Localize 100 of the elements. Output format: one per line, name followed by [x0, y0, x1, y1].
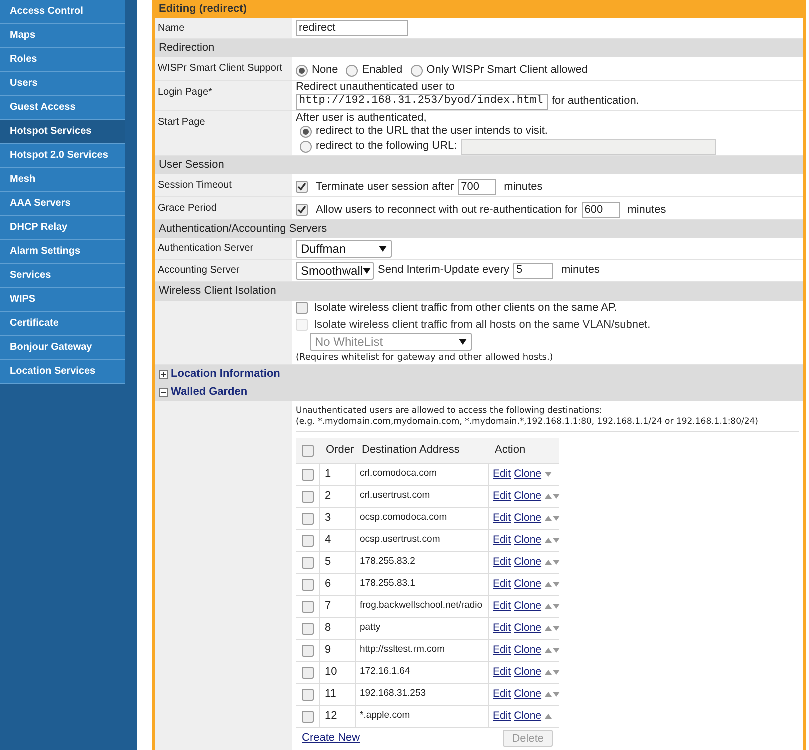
- sidebar-item[interactable]: Certificate: [0, 312, 125, 336]
- move-down-icon[interactable]: [552, 670, 560, 675]
- move-down-icon[interactable]: [552, 648, 560, 653]
- move-down-icon[interactable]: [552, 604, 560, 609]
- edit-link[interactable]: Edit: [493, 554, 512, 570]
- create-new-link[interactable]: Create New: [302, 730, 360, 747]
- move-down-icon[interactable]: [552, 516, 560, 521]
- move-up-icon[interactable]: [544, 648, 552, 653]
- panel-title: Editing (redirect): [155, 0, 803, 18]
- sidebar-item[interactable]: Hotspot Services: [0, 120, 125, 144]
- name-field[interactable]: redirect: [296, 20, 408, 36]
- sidebar-item[interactable]: Mesh: [0, 168, 125, 192]
- checkbox[interactable]: [302, 600, 314, 612]
- checkbox[interactable]: [302, 534, 314, 546]
- move-down-icon[interactable]: [552, 494, 560, 499]
- sidebar-item[interactable]: Guest Access: [0, 96, 125, 120]
- checkbox[interactable]: [296, 204, 308, 216]
- clone-link[interactable]: Clone: [514, 642, 542, 658]
- checkbox[interactable]: [296, 302, 308, 314]
- clone-link[interactable]: Clone: [514, 664, 542, 680]
- accounting-server-select[interactable]: Smoothwall: [296, 262, 374, 280]
- clone-link[interactable]: Clone: [514, 532, 542, 548]
- edit-link[interactable]: Edit: [493, 466, 512, 482]
- move-up-icon[interactable]: [544, 670, 552, 675]
- checkbox[interactable]: [302, 622, 314, 634]
- radio-button[interactable]: [296, 64, 308, 76]
- sidebar-item[interactable]: Hotspot 2.0 Services: [0, 144, 125, 168]
- move-up-icon[interactable]: [544, 560, 552, 565]
- sidebar-item[interactable]: Roles: [0, 48, 125, 72]
- move-up-icon[interactable]: [544, 626, 552, 631]
- move-up-icon[interactable]: [544, 604, 552, 609]
- checkbox[interactable]: [302, 578, 314, 590]
- checkbox[interactable]: [302, 468, 314, 480]
- clone-link[interactable]: Clone: [514, 576, 542, 592]
- move-down-icon[interactable]: [544, 472, 552, 477]
- edit-link[interactable]: Edit: [493, 510, 512, 526]
- checkbox[interactable]: [302, 710, 314, 722]
- move-down-icon[interactable]: [552, 560, 560, 565]
- checkbox[interactable]: [296, 181, 308, 193]
- sidebar-item[interactable]: Alarm Settings: [0, 240, 125, 264]
- checkbox[interactable]: [302, 444, 314, 456]
- move-down-icon[interactable]: [552, 626, 560, 631]
- login-url-field[interactable]: http://192.168.31.253/byod/index.html: [296, 94, 548, 110]
- authentication-server-select[interactable]: Duffman: [296, 240, 392, 258]
- minutes-field[interactable]: 700: [458, 179, 496, 195]
- sidebar-item[interactable]: Bonjour Gateway: [0, 336, 125, 360]
- edit-link[interactable]: Edit: [493, 664, 512, 680]
- option-label: Only WISPr Smart Client allowed: [426, 63, 588, 78]
- radio-button[interactable]: [300, 140, 312, 152]
- clone-link[interactable]: Clone: [514, 708, 542, 724]
- minutes-field[interactable]: 600: [582, 202, 620, 218]
- section-toggle[interactable]: Walled Garden: [171, 384, 248, 400]
- collapse-icon[interactable]: [159, 388, 168, 396]
- sidebar-item[interactable]: Services: [0, 264, 125, 288]
- move-down-icon[interactable]: [552, 582, 560, 587]
- checkbox[interactable]: [302, 512, 314, 524]
- field-label: Login Page*: [158, 86, 212, 100]
- clone-link[interactable]: Clone: [514, 488, 542, 504]
- checkbox[interactable]: [302, 688, 314, 700]
- edit-link[interactable]: Edit: [493, 488, 512, 504]
- move-up-icon[interactable]: [544, 494, 552, 499]
- edit-link[interactable]: Edit: [493, 532, 512, 548]
- clone-link[interactable]: Clone: [514, 686, 542, 702]
- move-up-icon[interactable]: [544, 714, 552, 719]
- move-down-icon[interactable]: [552, 538, 560, 543]
- move-down-icon[interactable]: [552, 692, 560, 697]
- checkbox[interactable]: [302, 644, 314, 656]
- move-up-icon[interactable]: [544, 516, 552, 521]
- radio-button[interactable]: [410, 64, 423, 76]
- radio-button[interactable]: [300, 126, 312, 138]
- sidebar-item[interactable]: Access Control: [0, 0, 125, 24]
- clone-link[interactable]: Clone: [514, 554, 542, 570]
- edit-link[interactable]: Edit: [493, 642, 512, 658]
- order-cell-text: 2: [325, 489, 332, 504]
- checkbox[interactable]: [302, 556, 314, 568]
- edit-link[interactable]: Edit: [493, 686, 512, 702]
- checkbox[interactable]: [302, 490, 314, 502]
- sidebar-item[interactable]: Location Services: [0, 360, 125, 384]
- interval-field[interactable]: 5: [513, 262, 554, 278]
- move-up-icon[interactable]: [544, 538, 552, 543]
- edit-link[interactable]: Edit: [493, 708, 512, 724]
- sidebar-item[interactable]: AAA Servers: [0, 192, 125, 216]
- move-up-icon[interactable]: [544, 582, 552, 587]
- expand-icon[interactable]: [159, 370, 168, 378]
- sidebar-item[interactable]: WIPS: [0, 288, 125, 312]
- radio-button[interactable]: [346, 64, 358, 76]
- sidebar-item[interactable]: Users: [0, 72, 125, 96]
- edit-link[interactable]: Edit: [493, 598, 512, 614]
- checkbox[interactable]: [302, 666, 314, 678]
- order-cell-text: 6: [325, 577, 332, 592]
- clone-link[interactable]: Clone: [514, 510, 542, 526]
- section-toggle[interactable]: Location Information: [171, 366, 280, 382]
- clone-link[interactable]: Clone: [514, 598, 542, 614]
- edit-link[interactable]: Edit: [493, 620, 512, 636]
- clone-link[interactable]: Clone: [514, 620, 542, 636]
- clone-link[interactable]: Clone: [514, 466, 542, 482]
- sidebar-item[interactable]: Maps: [0, 24, 125, 48]
- sidebar-item[interactable]: DHCP Relay: [0, 216, 125, 240]
- edit-link[interactable]: Edit: [493, 576, 512, 592]
- move-up-icon[interactable]: [544, 692, 552, 697]
